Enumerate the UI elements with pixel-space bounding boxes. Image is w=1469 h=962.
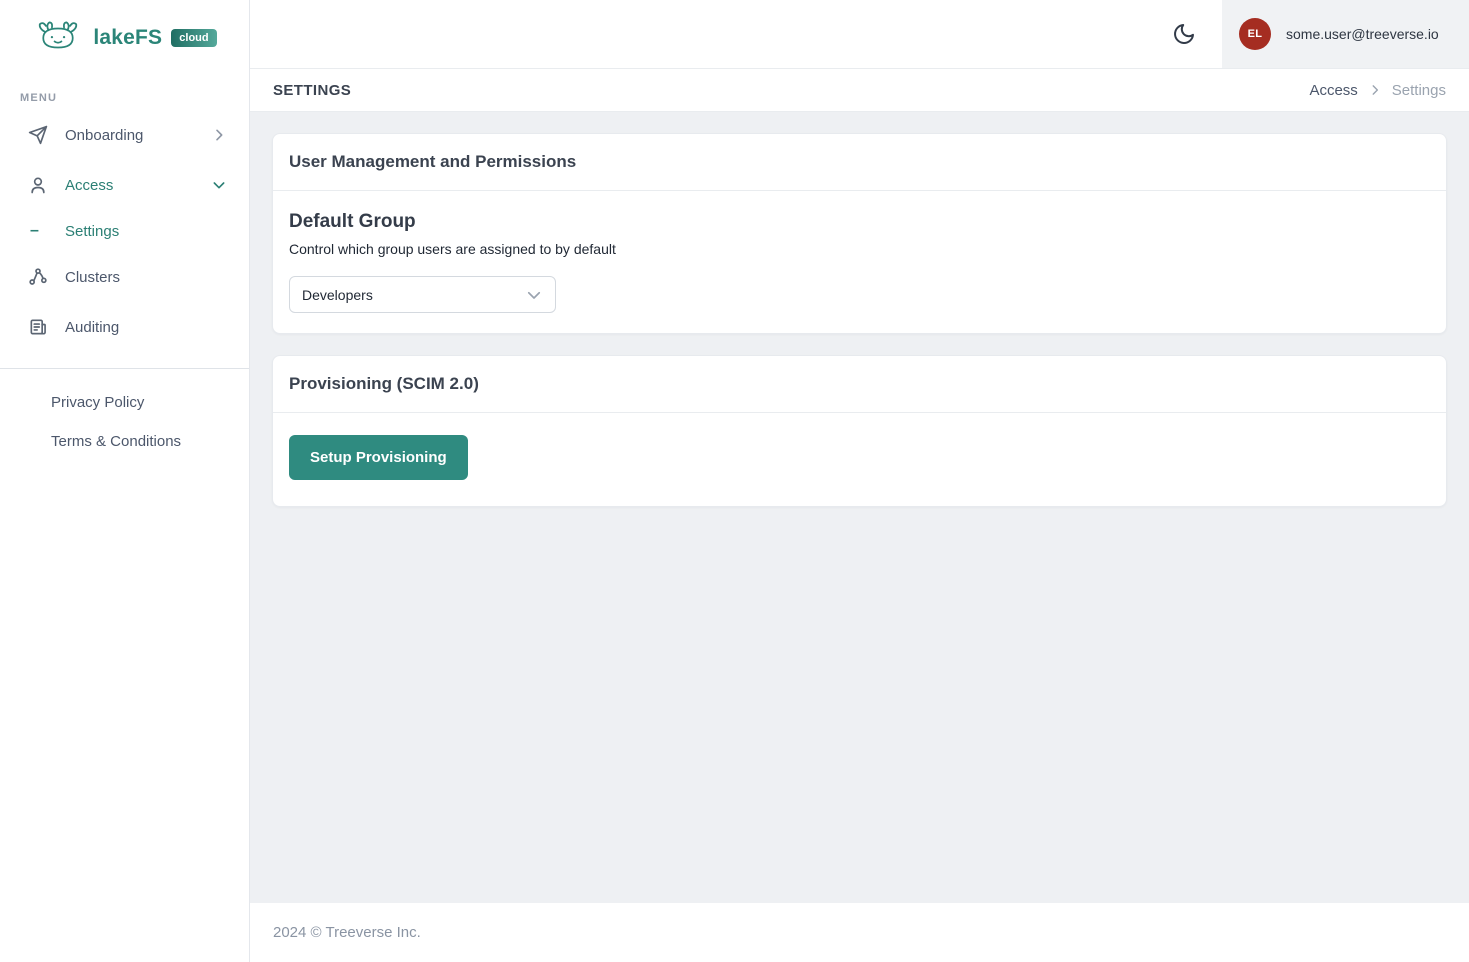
page-title: SETTINGS [273,81,352,99]
setup-provisioning-button[interactable]: Setup Provisioning [289,435,468,480]
document-icon [30,319,46,335]
brand-logo[interactable]: lakeFS cloud [0,0,249,72]
main-column: EL some.user@treeverse.io SETTINGS Acces… [250,0,1469,962]
avatar: EL [1239,18,1271,50]
send-icon [28,125,48,145]
sidebar-item-clusters[interactable]: Clusters [0,252,249,302]
moon-icon [1174,24,1194,44]
sidebar-item-onboarding[interactable]: Onboarding [0,110,249,160]
person-icon [31,177,45,194]
axolotl-logo-icon [39,21,78,49]
user-management-card: User Management and Permissions Default … [272,133,1447,334]
chevron-right-icon [1372,85,1378,95]
cloud-badge: cloud [171,29,217,47]
chevron-down-icon [527,291,541,299]
card-title: Provisioning (SCIM 2.0) [273,356,1446,413]
sidebar-divider [0,368,249,369]
menu-section-label: MENU [20,92,58,104]
chevron-right-icon [216,129,223,141]
chevron-down-icon [213,182,225,189]
sidebar-item-settings[interactable]: – Settings [0,210,249,252]
brand-name: lakeFS [93,26,163,49]
sidebar-item-auditing[interactable]: Auditing [0,302,249,352]
nodes-icon [29,268,47,285]
app-footer: 2024 © Treeverse Inc. [250,903,1469,962]
card-title: User Management and Permissions [273,134,1446,191]
default-group-description: Control which group users are assigned t… [289,241,616,257]
sidebar-item-label: Auditing [65,318,120,336]
dash-icon: – [30,222,39,239]
selected-group-value: Developers [302,286,373,303]
breadcrumb-settings: Settings [1391,81,1446,99]
card-body: Default Group Control which group users … [273,191,1446,333]
user-email: some.user@treeverse.io [1286,26,1439,42]
sidebar-item-access[interactable]: Access [0,160,249,210]
privacy-policy-link[interactable]: Privacy Policy [0,383,249,422]
provisioning-card: Provisioning (SCIM 2.0) Setup Provisioni… [272,355,1447,507]
dark-mode-toggle[interactable] [1164,14,1204,54]
card-body: Setup Provisioning [273,413,1446,506]
breadcrumb: Access Settings [1309,82,1446,99]
sidebar-item-label: Onboarding [65,126,144,144]
sidebar-item-label: Clusters [65,268,121,286]
sidebar-item-label: Settings [65,222,120,240]
default-group-heading: Default Group [289,211,416,232]
sidebar-nav: Onboarding Access – Settings Clusters Au… [0,110,249,352]
terms-conditions-link[interactable]: Terms & Conditions [0,422,249,461]
breadcrumb-access[interactable]: Access [1309,82,1357,99]
topbar: EL some.user@treeverse.io [250,0,1469,69]
copyright-text: 2024 © Treeverse Inc. [273,924,421,941]
sidebar: lakeFS cloud MENU Onboarding Access – Se… [0,0,250,962]
content-area: User Management and Permissions Default … [250,112,1469,903]
user-menu[interactable]: EL some.user@treeverse.io [1222,0,1469,68]
page-header: SETTINGS Access Settings [250,69,1469,112]
default-group-select[interactable]: Developers [289,276,556,313]
sidebar-item-label: Access [65,176,114,194]
